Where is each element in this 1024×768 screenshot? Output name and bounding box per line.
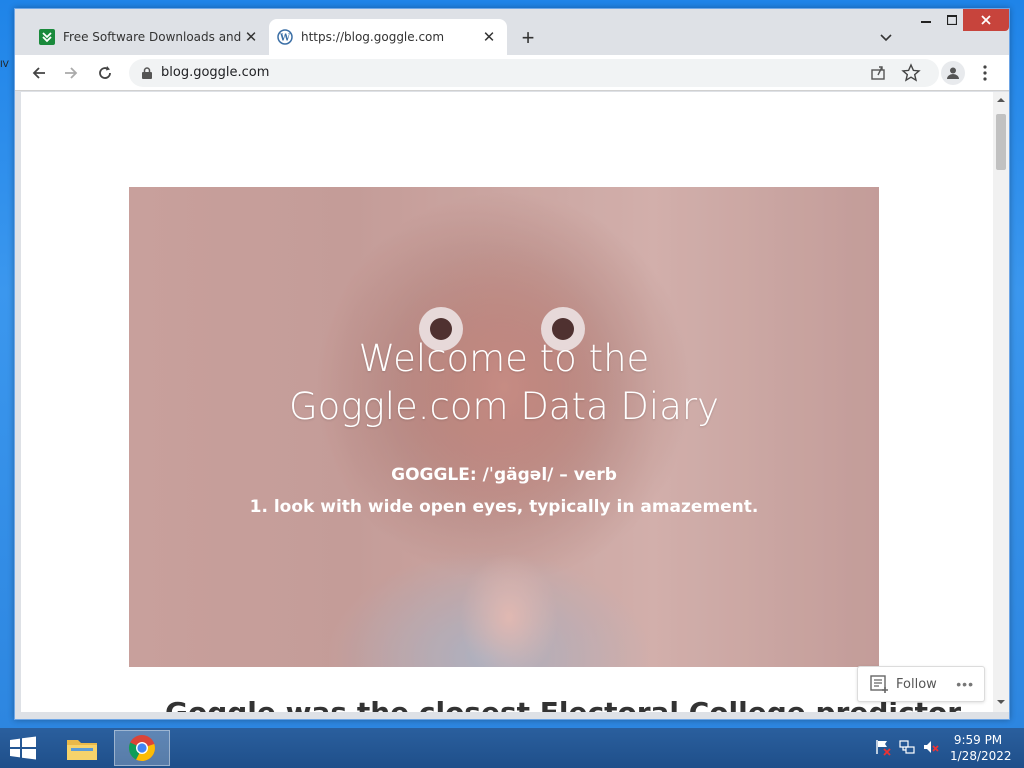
address-text[interactable]: blog.goggle.com <box>161 65 269 80</box>
vertical-scrollbar[interactable] <box>993 92 1009 712</box>
browser-toolbar: blog.goggle.com <box>15 55 1009 91</box>
definition-line: 1. look with wide open eyes, typically i… <box>249 497 759 517</box>
file-explorer-icon[interactable] <box>54 730 110 766</box>
network-icon[interactable] <box>898 738 916 756</box>
minimize-icon[interactable] <box>913 9 939 31</box>
tab-blog-goggle[interactable]: W https://blog.goggle.com ✕ <box>269 19 507 55</box>
address-bar[interactable]: blog.goggle.com <box>129 59 939 87</box>
wordpress-favicon-icon: W <box>277 29 293 45</box>
tab-softpedia[interactable]: Free Software Downloads and Re ✕ <box>31 19 269 55</box>
hero-title: Welcome to the Goggle.com Data Diary <box>129 335 879 431</box>
taskbar: 9:59 PM 1/28/2022 <box>0 728 1024 768</box>
volume-muted-icon[interactable] <box>922 738 940 756</box>
maximize-icon[interactable] <box>939 9 965 31</box>
clock-time: 9:59 PM <box>953 733 1003 747</box>
action-center-flag-icon[interactable] <box>874 738 892 756</box>
tab-close-icon[interactable]: ✕ <box>479 27 499 47</box>
system-clock[interactable]: 9:59 PM 1/28/2022 <box>950 732 1012 764</box>
more-options-icon[interactable]: ••• <box>956 676 974 692</box>
back-arrow-icon[interactable] <box>27 61 51 85</box>
tab-strip: Free Software Downloads and Re ✕ W https… <box>15 9 1009 55</box>
follow-button-label[interactable]: Follow <box>896 677 937 692</box>
window-close-icon[interactable] <box>963 9 1009 31</box>
browser-window: Free Software Downloads and Re ✕ W https… <box>14 8 1010 720</box>
hero-title-line: Goggle.com Data Diary <box>289 385 719 428</box>
hero-header-image: Welcome to the Goggle.com Data Diary GOG… <box>129 187 879 667</box>
kebab-menu-icon[interactable] <box>975 61 995 85</box>
hero-definition: GOGGLE: /ˈgägəl/ – verb 1. look with wid… <box>129 459 879 523</box>
scroll-up-arrow-icon[interactable] <box>997 96 1005 104</box>
scroll-down-arrow-icon[interactable] <box>997 698 1005 706</box>
desktop-edge-label: IV <box>0 60 9 70</box>
follow-widget[interactable]: Follow ••• <box>857 666 985 702</box>
hero-title-line: Welcome to the <box>358 337 650 380</box>
forward-arrow-icon[interactable] <box>59 61 83 85</box>
chrome-taskbar-icon[interactable] <box>114 730 170 766</box>
scrollbar-thumb[interactable] <box>996 114 1006 170</box>
tab-title: https://blog.goggle.com <box>301 30 445 44</box>
windows-start-icon[interactable] <box>8 736 38 760</box>
profile-avatar-icon[interactable] <box>941 61 965 85</box>
svg-text:W: W <box>279 34 291 44</box>
share-icon[interactable] <box>869 64 887 82</box>
definition-line: GOGGLE: /ˈgägəl/ – verb <box>391 465 617 485</box>
softpedia-favicon-icon <box>39 29 55 45</box>
chevron-down-icon[interactable] <box>875 27 897 49</box>
new-tab-plus-icon[interactable]: + <box>515 25 541 51</box>
lock-icon[interactable] <box>139 65 155 81</box>
tab-title: Free Software Downloads and Re <box>63 30 241 44</box>
tab-close-icon[interactable]: ✕ <box>241 27 261 47</box>
page-viewport: Welcome to the Goggle.com Data Diary GOG… <box>21 92 993 712</box>
follow-reader-icon <box>870 675 888 693</box>
reload-icon[interactable] <box>93 61 117 85</box>
post-heading[interactable]: Goggle was the closest Electoral College… <box>165 696 961 712</box>
clock-date: 1/28/2022 <box>950 749 1012 763</box>
bookmark-star-icon[interactable] <box>901 63 921 83</box>
